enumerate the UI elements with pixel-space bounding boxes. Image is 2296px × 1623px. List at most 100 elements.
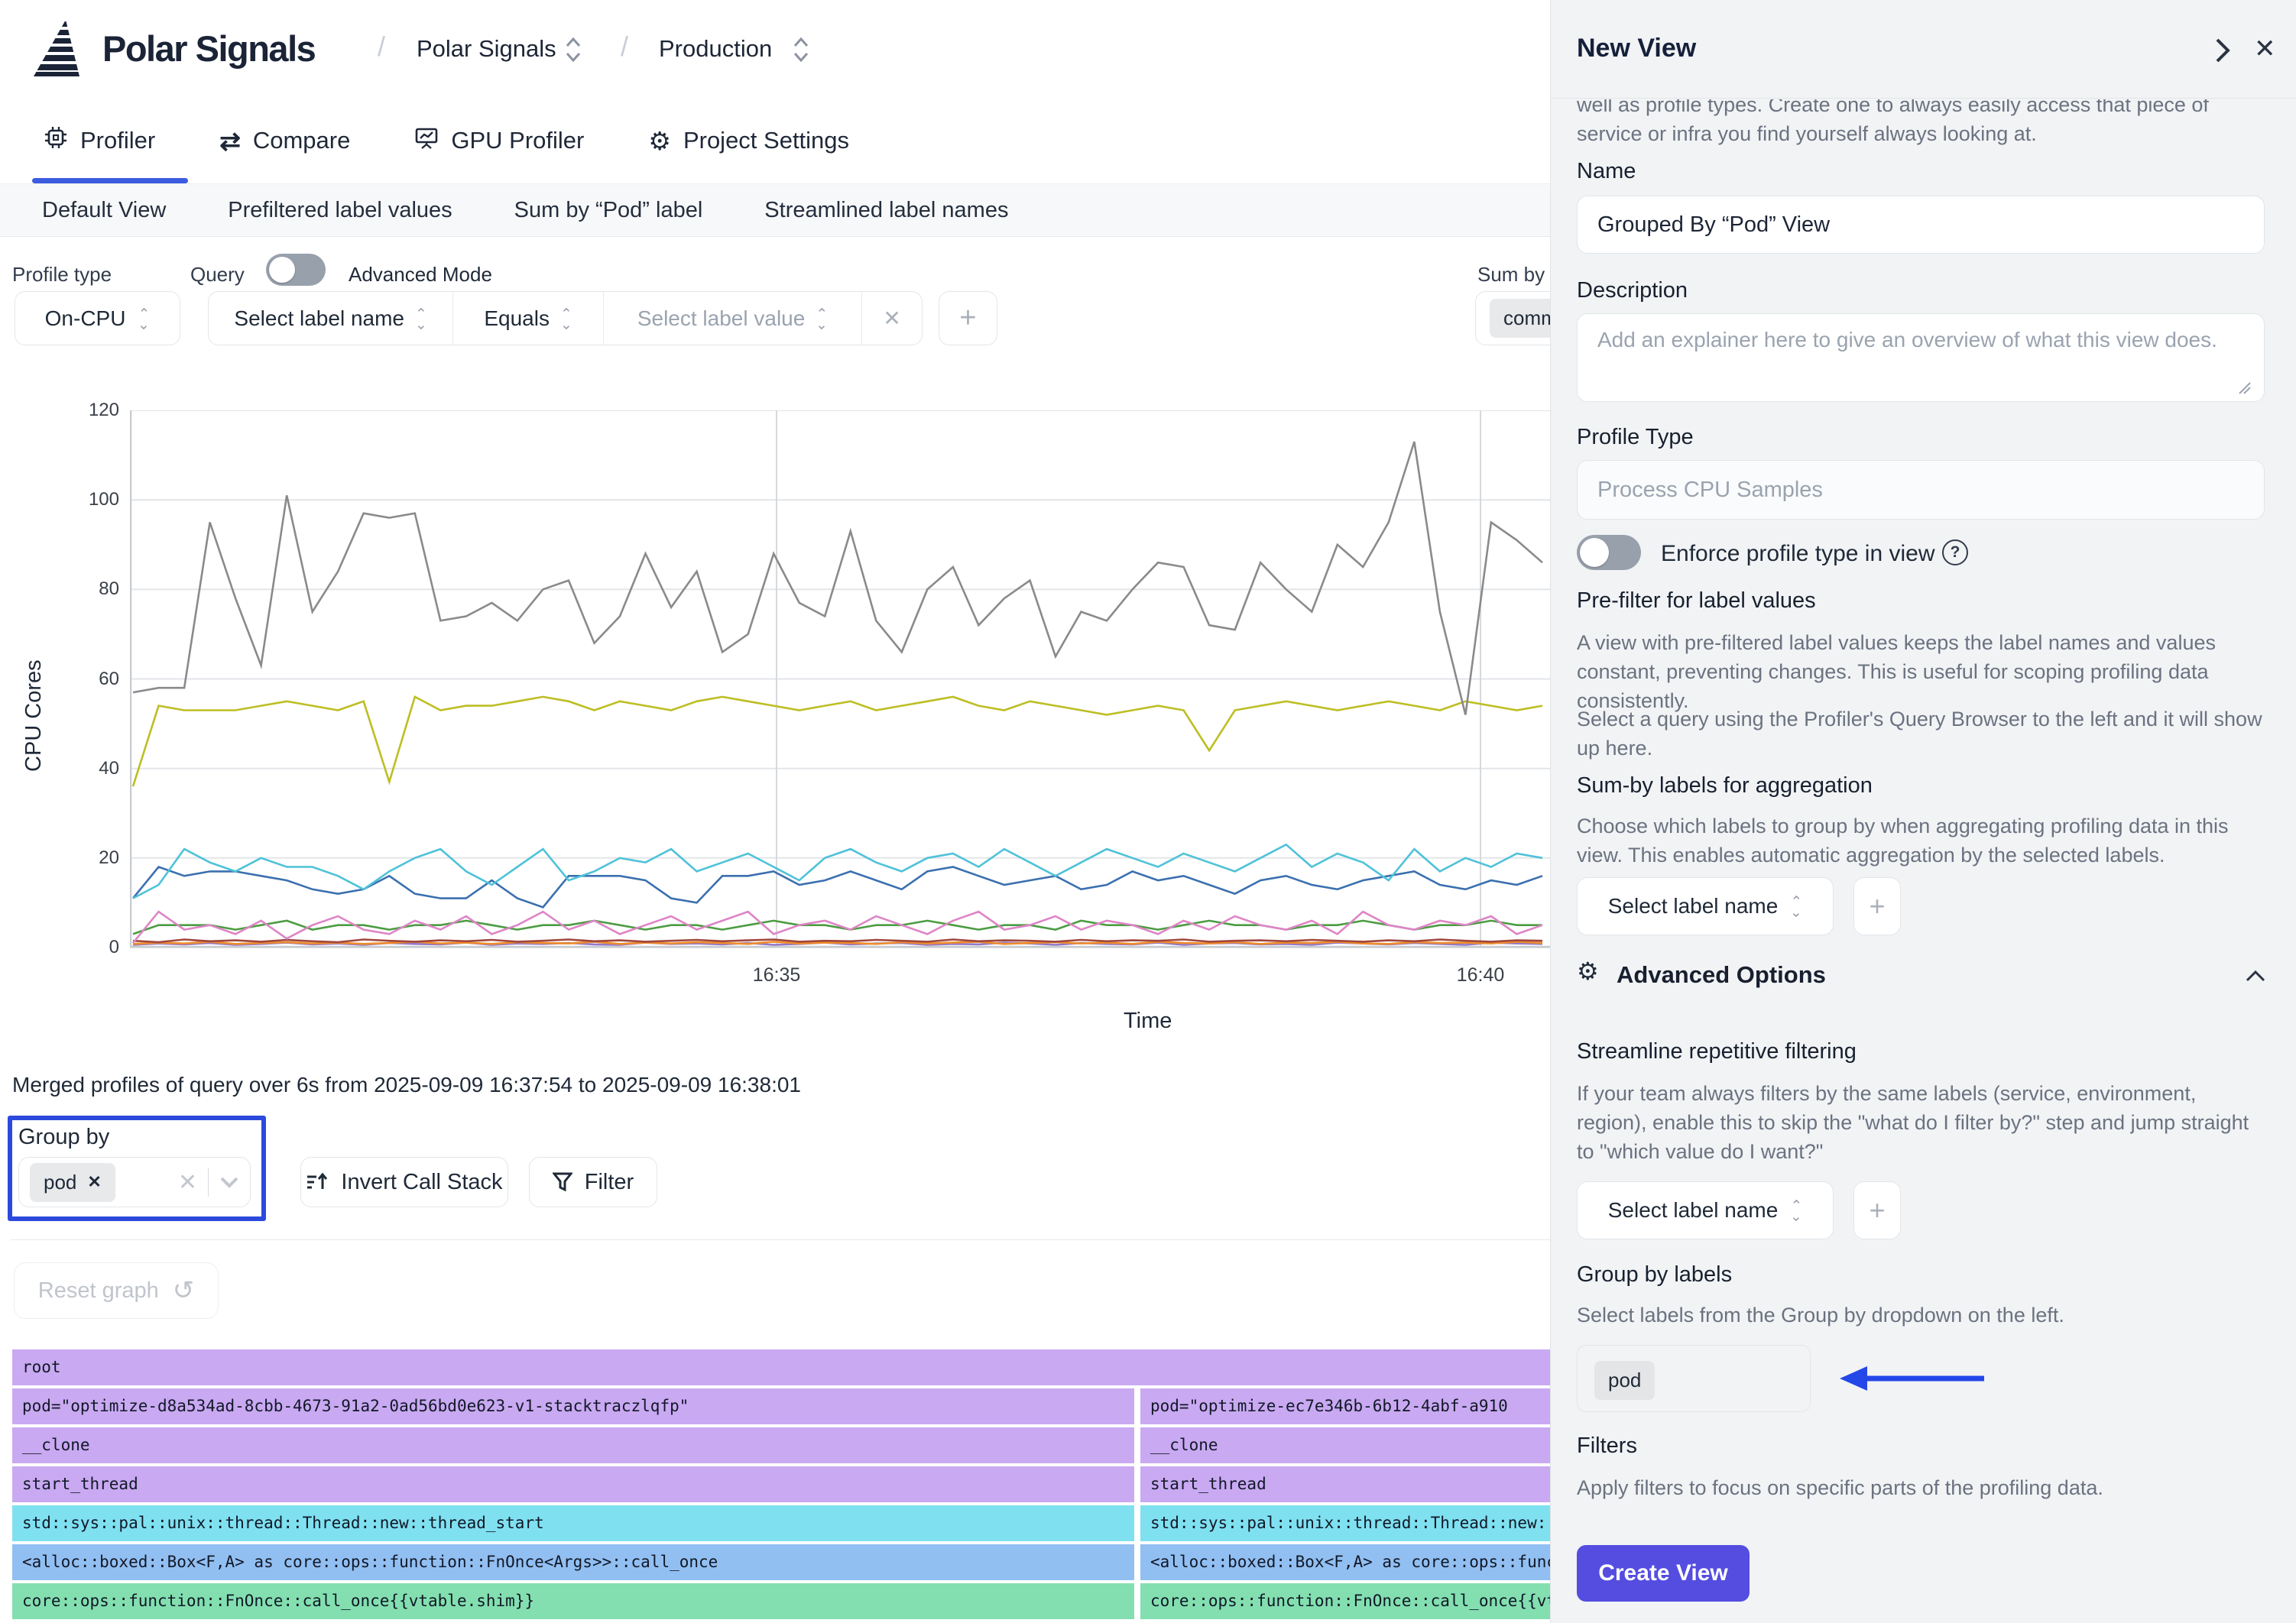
panel-intro-clip: well as profile types. Create one to alw… [1577,99,2257,160]
chevron-up-icon[interactable] [2245,969,2266,983]
chevron-updown-icon: ⌃⌃ [1790,1202,1802,1219]
y-tick-label: 120 [66,400,119,421]
filters-paragraph: Apply filters to focus on specific parts… [1577,1473,2265,1502]
invert-call-stack-label: Invert Call Stack [341,1170,502,1195]
logo-text[interactable]: Polar Signals [102,28,315,70]
series-pod-green [133,921,1542,935]
add-sumby-label-button[interactable]: + [1853,877,1901,935]
remove-matcher-button[interactable]: ✕ [861,292,922,345]
y-tick-label: 40 [66,758,119,779]
breadcrumb-org[interactable]: Polar Signals [417,35,556,63]
polar-signals-app: Polar Signals / Polar Signals / Producti… [0,0,2296,1623]
breadcrumb-project[interactable]: Production [659,35,772,63]
x-tick-label: 16:40 [1435,964,1526,986]
streamline-label-select[interactable]: Select label name ⌃⌃ [1577,1181,1834,1239]
collapse-panel-icon[interactable] [2213,35,2233,66]
flame-frame[interactable]: __clone [12,1427,1134,1463]
resize-handle-icon[interactable] [2236,380,2252,395]
groupby-labels-heading: Group by labels [1577,1262,1732,1288]
flame-frame[interactable]: pod="optimize-d8a534ad-8cbb-4673-91a2-0a… [12,1388,1134,1424]
divider [1551,98,2296,99]
prefilter-paragraph-2: Select a query using the Profiler's Quer… [1577,705,2265,763]
x-axis-title: Time [1124,1009,1172,1034]
description-placeholder: Add an explainer here to give an overvie… [1597,328,2217,352]
series-pod-blue [133,867,1542,908]
advanced-options-label[interactable]: Advanced Options [1617,961,1826,989]
description-textarea[interactable]: Add an explainer here to give an overvie… [1577,313,2265,402]
streamline-select-placeholder: Select label name [1608,1198,1779,1223]
panel-pod-chip[interactable]: pod [1594,1361,1655,1400]
description-label: Description [1577,278,1688,303]
create-view-button[interactable]: Create View [1577,1545,1750,1602]
chevron-updown-icon: ⌃⌃ [816,310,828,327]
tab-gpu-profiler[interactable]: GPU Profiler [414,125,584,156]
cpu-usage-chart[interactable] [130,410,1550,948]
reset-graph-label: Reset graph [38,1278,159,1304]
remove-chip-icon[interactable]: ✕ [87,1172,101,1192]
flame-frame[interactable]: root [12,1349,1550,1385]
breadcrumb-separator: / [621,31,628,63]
org-switcher-chevrons-icon[interactable] [564,35,582,66]
tab-label: GPU Profiler [451,127,584,154]
active-tab-underline [32,178,188,183]
profile-type-select[interactable]: On-CPU ⌃⌃ [15,291,180,345]
groupby-chip-label: pod [44,1171,76,1194]
chevron-down-icon[interactable] [219,1176,239,1188]
tab-compare[interactable]: ⇄Compare [219,126,350,156]
filter-button[interactable]: Filter [529,1157,657,1207]
invert-call-stack-button[interactable]: Invert Call Stack [300,1157,508,1207]
clear-groupby-icon[interactable]: ✕ [178,1169,197,1196]
chevron-updown-icon: ⌃⌃ [1790,898,1802,915]
profile-type-input[interactable]: Process CPU Samples [1577,460,2265,520]
add-streamline-label-button[interactable]: + [1853,1181,1901,1239]
query-label: Query [190,263,245,287]
tab-label: Profiler [80,127,155,154]
filter-label: Filter [585,1170,634,1195]
subtab-prefiltered-label-values[interactable]: Prefiltered label values [228,198,452,223]
subtab-default-view[interactable]: Default View [42,198,166,223]
invert-stack-icon [306,1171,329,1194]
advanced-mode-label: Advanced Mode [349,263,492,287]
groupby-chip-pod[interactable]: pod ✕ [30,1163,115,1202]
query-builder: Select label name ⌃⌃ Equals ⌃⌃ Select la… [208,291,923,345]
flame-frame[interactable]: std::sys::pal::unix::thread::Thread::new… [12,1505,1134,1541]
subtab-sum-by-pod-label[interactable]: Sum by “Pod” label [514,198,703,223]
label-value-select[interactable]: Select label value ⌃⌃ [603,292,861,345]
prefilter-heading: Pre-filter for label values [1577,588,1816,614]
label-name-value: Select label name [234,306,404,331]
close-panel-icon[interactable]: ✕ [2254,34,2276,64]
name-label: Name [1577,159,1636,184]
enforce-toggle-label: Enforce profile type in view [1661,541,1935,567]
main-tabs: Profiler ⇄Compare GPU Profiler ⚙Project Set… [44,121,849,160]
sumby-select-placeholder: Select label name [1608,894,1779,918]
gear-icon: ⚙ [648,126,671,156]
flame-frame[interactable]: start_thread [12,1466,1134,1502]
flame-frame[interactable]: <alloc::boxed::Box<F,A> as core::ops::fu… [12,1544,1134,1580]
sumby-label-select[interactable]: Select label name ⌃⌃ [1577,877,1834,935]
funnel-icon [553,1171,572,1193]
series-pod-gray [133,442,1542,714]
divider [11,1239,1550,1240]
tab-profiler[interactable]: Profiler [44,125,155,156]
subtab-streamlined-label-names[interactable]: Streamlined label names [764,198,1008,223]
sumby-heading: Sum-by labels for aggregation [1577,773,1873,799]
project-switcher-chevrons-icon[interactable] [792,35,810,66]
breadcrumb-separator: / [378,31,385,63]
enforce-profile-type-toggle[interactable] [1577,535,1641,570]
tab-project-settings[interactable]: ⚙Project Settings [648,126,849,156]
help-icon[interactable]: ? [1942,539,1968,565]
flame-frame[interactable]: core::ops::function::FnOnce::call_once{{… [12,1583,1134,1619]
add-matcher-button[interactable]: + [939,291,997,345]
streamline-paragraph: If your team always filters by the same … [1577,1079,2257,1166]
reset-graph-button[interactable]: Reset graph ↺ [14,1262,219,1319]
groupby-labels-paragraph: Select labels from the Group by dropdown… [1577,1301,2265,1330]
advanced-mode-toggle[interactable] [266,254,326,286]
groupby-select[interactable]: pod ✕ ✕ [18,1157,251,1207]
panel-title: New View [1577,34,1696,63]
series-pod-cyan [133,844,1542,898]
operator-select[interactable]: Equals ⌃⌃ [452,292,603,345]
label-name-select[interactable]: Select label name ⌃⌃ [209,292,452,345]
y-tick-label: 80 [66,578,119,600]
tab-label: Compare [253,127,351,154]
view-name-input[interactable]: Grouped By “Pod” View [1577,196,2265,254]
